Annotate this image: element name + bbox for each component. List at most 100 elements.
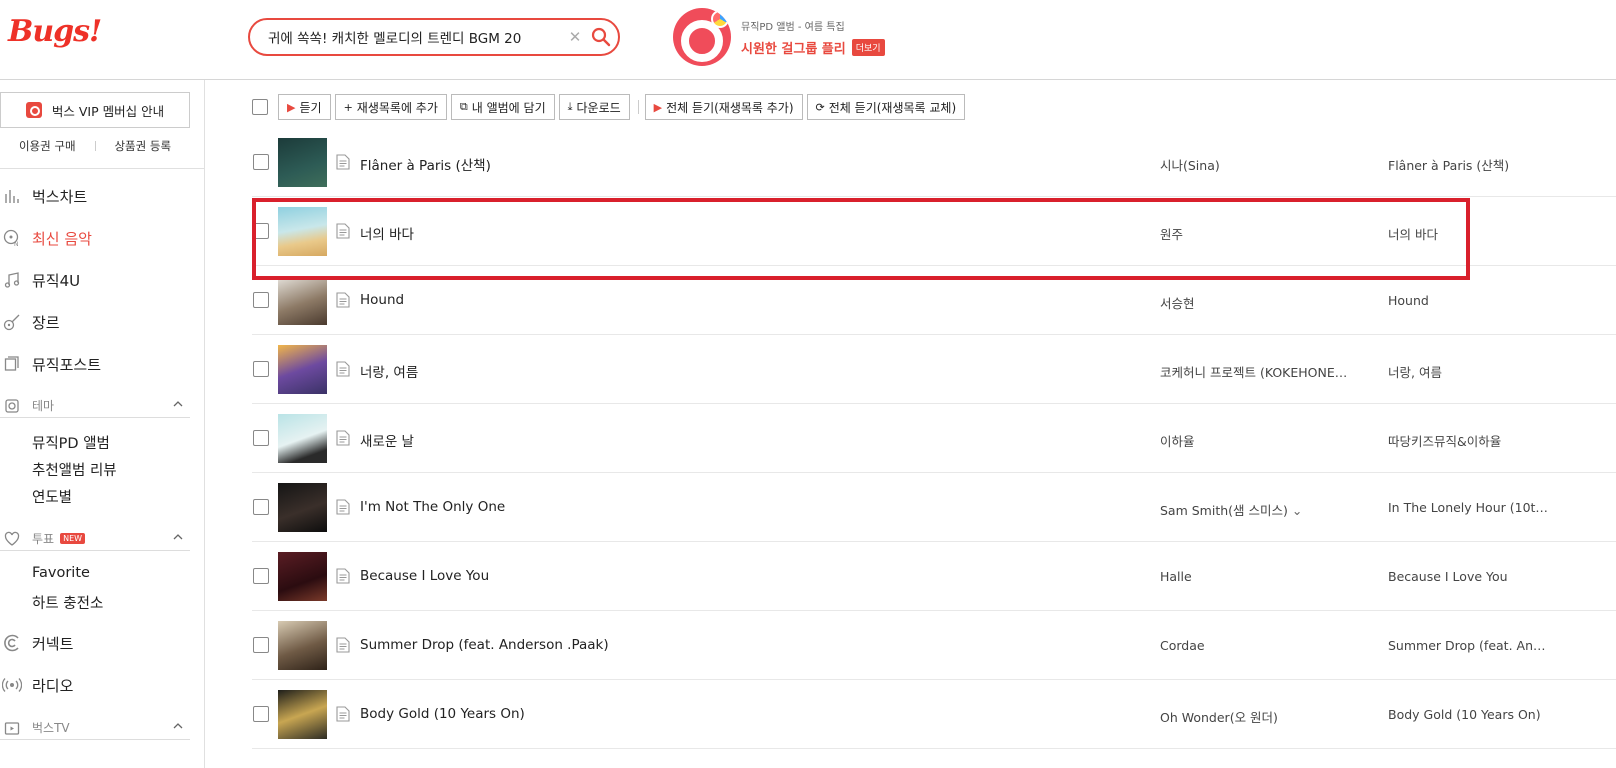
promo-banner[interactable]: 뮤직PD 앨범 - 여름 특집 시원한 걸그룹 플리 더보기 <box>673 8 885 66</box>
nav-music4u[interactable]: 뮤직4U <box>0 268 80 292</box>
track-album[interactable]: Because I Love You <box>1388 569 1548 584</box>
nav-genre[interactable]: 장르 <box>0 310 60 334</box>
search-input[interactable]: 귀에 쏙쏙! 캐치한 멜로디의 트렌디 BGM 20 <box>268 27 566 47</box>
album-cover[interactable] <box>278 690 327 739</box>
track-checkbox[interactable] <box>253 637 269 653</box>
track-artist[interactable]: 이하율 <box>1160 431 1350 450</box>
track-title[interactable]: 너의 바다 <box>360 223 414 243</box>
track-row[interactable]: Because I Love You Halle Because I Love Yo… <box>252 542 1616 611</box>
track-album[interactable]: Hound <box>1388 293 1548 308</box>
track-album[interactable]: 따당키즈뮤직&이하율 <box>1388 431 1548 450</box>
track-artist[interactable]: 서승현 <box>1160 293 1350 312</box>
track-album[interactable]: Body Gold (10 Years On) <box>1388 707 1548 722</box>
promo-title[interactable]: 시원한 걸그룹 플리 <box>741 38 846 57</box>
track-row[interactable]: Body Gold (10 Years On) Oh Wonder(오 원더) Bo… <box>252 680 1616 749</box>
track-title[interactable]: Flâner à Paris (산책) <box>360 154 491 174</box>
track-row[interactable]: Summer Drop (feat. Anderson .Paak) Cordae… <box>252 611 1616 680</box>
track-title[interactable]: Body Gold (10 Years On) <box>360 706 525 722</box>
promo-more-button[interactable]: 더보기 <box>851 38 885 56</box>
track-title[interactable]: Summer Drop (feat. Anderson .Paak) <box>360 637 609 653</box>
track-title[interactable]: Because I Love You <box>360 568 489 584</box>
track-checkbox[interactable] <box>253 430 269 446</box>
track-checkbox[interactable] <box>253 568 269 584</box>
nav-group-theme[interactable]: 테마 <box>0 394 190 418</box>
nav-group-bugstv[interactable]: 벅스TV <box>0 716 190 740</box>
track-row[interactable]: 너의 바다 원주 너의 바다 <box>252 197 1616 266</box>
track-album[interactable]: In The Lonely Hour (10th A… <box>1388 500 1548 515</box>
nav-sub-musicpd-album[interactable]: 뮤직PD 앨범 <box>32 432 110 453</box>
chevron-up-icon[interactable] <box>172 398 184 410</box>
bugs-logo[interactable]: Bugs! <box>8 14 102 49</box>
album-cover[interactable] <box>278 207 327 256</box>
lyrics-icon[interactable] <box>336 223 350 239</box>
album-cover[interactable] <box>278 621 327 670</box>
vip-membership-button[interactable]: 벅스 VIP 멤버십 안내 <box>0 92 190 128</box>
album-cover[interactable] <box>278 345 327 394</box>
track-album[interactable]: 너의 바다 <box>1388 224 1548 243</box>
listen-all-add-button[interactable]: ▶ 전체 듣기(재생목록 추가) <box>644 94 803 120</box>
album-cover[interactable] <box>278 552 327 601</box>
add-to-album-button[interactable]: ⧉ 내 앨범에 담기 <box>450 94 555 120</box>
track-artist[interactable]: 시나(Sina) <box>1160 155 1350 174</box>
gift-register-link[interactable]: 상품권 등록 <box>96 138 191 154</box>
track-checkbox[interactable] <box>253 706 269 722</box>
track-artist[interactable]: Halle <box>1160 569 1350 584</box>
chevron-up-icon[interactable] <box>172 531 184 543</box>
lyrics-icon[interactable] <box>336 499 350 515</box>
track-row[interactable]: Hound 서승현 Hound <box>252 266 1616 335</box>
nav-bugs-chart[interactable]: 벅스차트 <box>0 184 87 208</box>
lyrics-icon[interactable] <box>336 154 350 170</box>
lyrics-icon[interactable] <box>336 292 350 308</box>
buy-ticket-link[interactable]: 이용권 구매 <box>0 138 95 154</box>
track-album[interactable]: Flâner à Paris (산책) <box>1388 155 1548 174</box>
album-cover[interactable] <box>278 483 327 532</box>
chevron-up-icon[interactable] <box>172 720 184 732</box>
track-checkbox[interactable] <box>253 223 269 239</box>
track-checkbox[interactable] <box>253 154 269 170</box>
track-checkbox[interactable] <box>253 361 269 377</box>
lyrics-icon[interactable] <box>336 361 350 377</box>
lyrics-icon[interactable] <box>336 568 350 584</box>
search-icon[interactable] <box>584 20 618 54</box>
nav-group-vote[interactable]: 투표 NEW <box>0 527 190 551</box>
track-title[interactable]: 너랑, 여름 <box>360 361 418 381</box>
album-cover[interactable] <box>278 276 327 325</box>
nav-music-post[interactable]: 뮤직포스트 <box>0 352 101 376</box>
clear-icon[interactable]: ✕ <box>566 28 584 46</box>
nav-sub-favorite[interactable]: Favorite <box>32 565 90 581</box>
track-checkbox[interactable] <box>253 292 269 308</box>
nav-connect[interactable]: 커넥트 <box>0 631 73 655</box>
nav-sub-recommend-review[interactable]: 추천앨범 리뷰 <box>32 459 117 480</box>
download-button[interactable]: ⤓ 다운로드 <box>558 94 630 120</box>
nav-sub-by-year[interactable]: 연도별 <box>32 486 72 507</box>
track-title[interactable]: 새로운 날 <box>360 430 414 450</box>
track-artist[interactable]: Cordae <box>1160 638 1350 653</box>
lyrics-icon[interactable] <box>336 430 350 446</box>
track-row[interactable]: 새로운 날 이하율 따당키즈뮤직&이하율 <box>252 404 1616 473</box>
lyrics-icon[interactable] <box>336 706 350 722</box>
track-artist[interactable]: Sam Smith(샘 스미스) ⌄ <box>1160 500 1350 519</box>
nav-sub-heart-charge[interactable]: 하트 충전소 <box>32 592 103 613</box>
listen-all-replace-button[interactable]: ⟳ 전체 듣기(재생목록 교체) <box>806 94 966 120</box>
track-album[interactable]: 너랑, 여름 <box>1388 362 1548 381</box>
track-title[interactable]: Hound <box>360 292 404 308</box>
track-artist[interactable]: Oh Wonder(오 원더) <box>1160 707 1350 726</box>
album-cover[interactable] <box>278 414 327 463</box>
track-row[interactable]: Flâner à Paris (산책) 시나(Sina) Flâner à Pari… <box>252 128 1616 197</box>
listen-button[interactable]: ▶ 듣기 <box>278 94 331 120</box>
nav-radio[interactable]: 라디오 <box>0 673 73 697</box>
search-box[interactable]: 귀에 쏙쏙! 캐치한 멜로디의 트렌디 BGM 20 ✕ <box>248 18 620 56</box>
add-to-playlist-button[interactable]: + 재생목록에 추가 <box>334 94 447 120</box>
track-artist[interactable]: 원주 <box>1160 224 1350 243</box>
nav-latest-music[interactable]: N 최신 음악 <box>0 226 92 250</box>
track-album[interactable]: Summer Drop (feat. Ander… <box>1388 638 1548 653</box>
track-checkbox[interactable] <box>253 499 269 515</box>
lyrics-icon[interactable] <box>336 637 350 653</box>
track-title[interactable]: I'm Not The Only One <box>360 499 505 515</box>
track-row[interactable]: 너랑, 여름 코케허니 프로젝트 (KOKEHONEY … 너랑, 여름 <box>252 335 1616 404</box>
track-row[interactable]: I'm Not The Only One Sam Smith(샘 스미스) ⌄ In… <box>252 473 1616 542</box>
chevron-down-icon[interactable]: ⌄ <box>1288 503 1302 518</box>
album-cover[interactable] <box>278 138 327 187</box>
select-all-checkbox[interactable] <box>252 99 268 115</box>
track-artist[interactable]: 코케허니 프로젝트 (KOKEHONEY … <box>1160 362 1350 381</box>
